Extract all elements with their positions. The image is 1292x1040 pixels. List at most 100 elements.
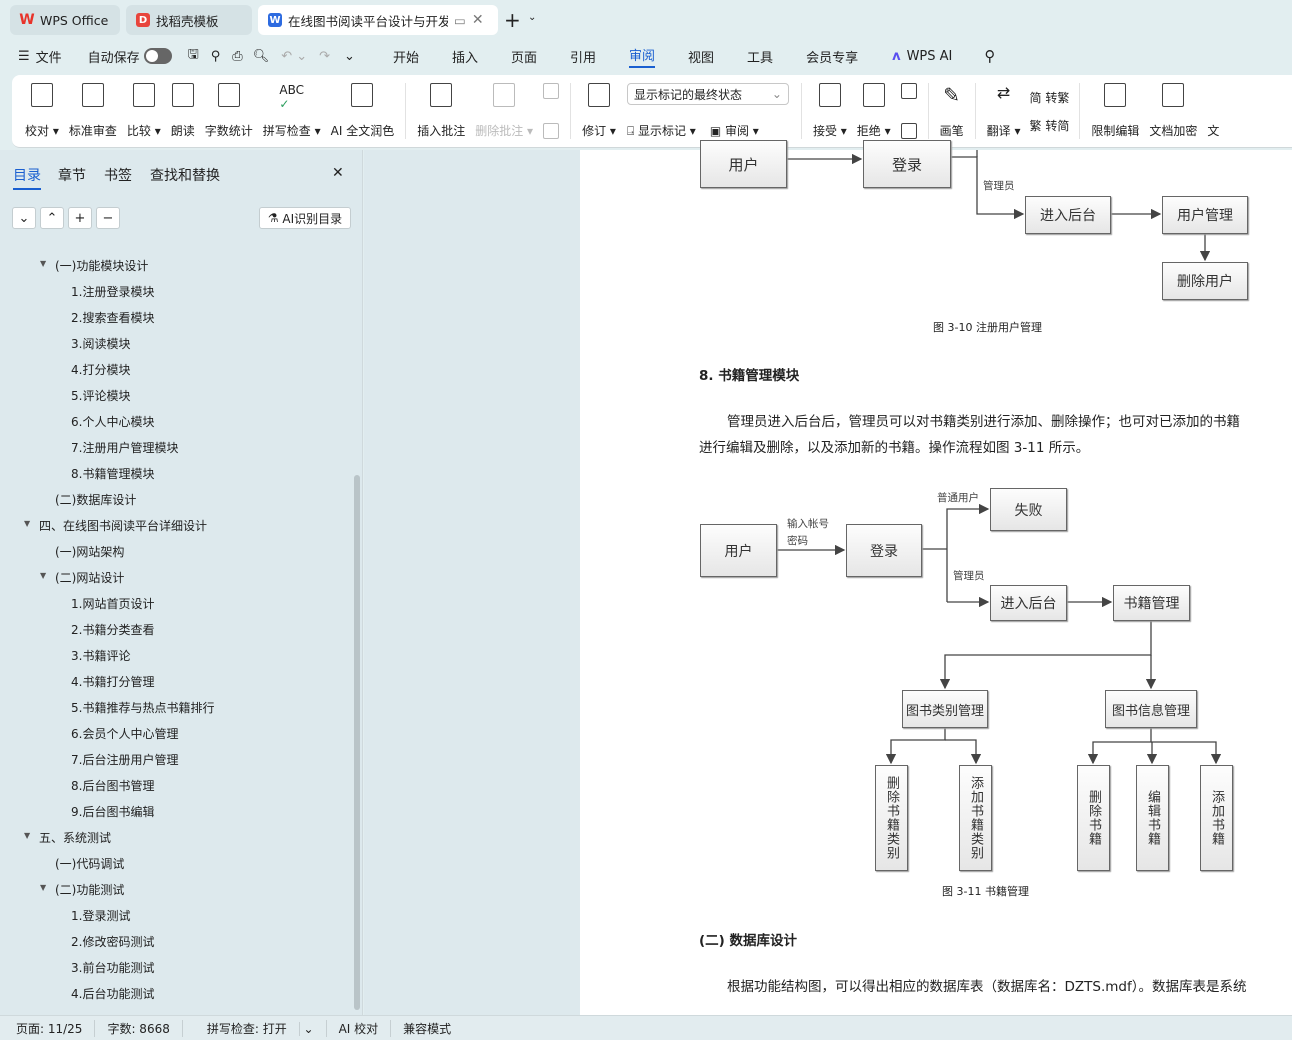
review-pane-button[interactable]: ▣ 审阅 ▾ [710, 122, 759, 139]
flow-label-input-account: 输入帐号 [787, 518, 829, 530]
proofread-button[interactable]: 校对 ▾ [20, 83, 64, 139]
redo-icon[interactable]: ↷ [319, 49, 330, 64]
menu-review[interactable]: 审阅 [629, 45, 656, 68]
menu-tools[interactable]: 工具 [747, 47, 773, 66]
paragraph-text: 进行编辑及删除，以及添加新的书籍。操作流程如图 3-11 所示。 [699, 440, 1090, 456]
previous-comment-icon[interactable] [543, 83, 560, 99]
flow-node-login: 登录 [846, 524, 922, 577]
menu-references[interactable]: 引用 [570, 47, 596, 66]
paragraph-text: 根据功能结构图，可以得出相应的数据库表（数据库名：DZTS.mdf）。数据库表是… [727, 979, 1247, 995]
save-icon[interactable]: 🖫 [188, 45, 199, 67]
flow-label-password: 密码 [787, 535, 808, 547]
flow-node-delete-category: 删除书籍类别 [875, 765, 908, 871]
section-heading: 8. 书籍管理模块 [699, 368, 800, 384]
next-change-icon[interactable] [900, 123, 917, 139]
flow-label-normal-user: 普通用户 [937, 492, 979, 504]
print-preview-icon[interactable]: 🔍︎ [253, 49, 270, 64]
next-comment-icon[interactable] [543, 123, 560, 139]
ribbon-toolbar: 校对 ▾ 标准审查 比较 ▾ 朗读 字数统计 ABC ✓ 拼写检查 ▾ AI 全文润… [12, 75, 1292, 148]
to-traditional-button[interactable]: 简 转繁 [1030, 89, 1070, 106]
spell-check-button[interactable]: ABC ✓ 拼写检查 ▾ [258, 83, 326, 139]
screen-icon[interactable]: ▭ [454, 13, 466, 28]
flow-node-delete-user: 删除用户 [1162, 262, 1248, 300]
standard-review-button[interactable]: 标准审查 [64, 83, 122, 139]
reject-button[interactable]: 拒绝 ▾ [852, 83, 896, 139]
menu-page[interactable]: 页面 [511, 47, 537, 66]
search-icon[interactable]: ⚲ [984, 47, 995, 65]
read-aloud-button[interactable]: 朗读 [166, 83, 200, 139]
key-document-icon [1162, 83, 1185, 107]
proofread-icon [30, 83, 53, 107]
figure-caption: 图 3-10 注册用户管理 [933, 321, 1042, 334]
word-doc-icon: W [268, 13, 282, 27]
file-menu[interactable]: 文件 [36, 47, 62, 66]
pen-icon: ✎ [943, 83, 961, 107]
tab-document[interactable]: W 在线图书阅读平台设计与开发 ▭ ✕ [258, 5, 498, 35]
ai-proofread-status[interactable]: AI 校对 [327, 1019, 392, 1037]
page-indicator[interactable]: 页面: 11/25 [0, 1019, 96, 1037]
flow-node-fail: 失败 [990, 488, 1067, 531]
flow-node-user-management: 用户管理 [1162, 196, 1248, 234]
menu-icon[interactable]: ☰ [18, 49, 30, 64]
docer-icon: D [136, 13, 150, 27]
flowchart-connectors [777, 150, 1222, 765]
more-chevron-icon[interactable]: ⌄ [344, 49, 355, 64]
translate-button[interactable]: ⇄ 翻译 ▾ [982, 83, 1026, 139]
section-heading: (二) 数据库设计 [699, 933, 798, 949]
spell-check-status[interactable]: 拼写检查: 打开 ⌄ [183, 1019, 327, 1037]
translate-icon: ⇄ [996, 83, 1011, 102]
previous-change-icon[interactable] [900, 83, 917, 99]
menu-insert[interactable]: 插入 [452, 47, 478, 66]
pen-button[interactable]: ✎ 画笔 [935, 83, 969, 139]
menu-view[interactable]: 视图 [688, 47, 714, 66]
spell-check-icon: ABC ✓ [279, 83, 304, 111]
new-tab-button[interactable]: + [504, 8, 521, 32]
flow-label-admin: 管理员 [953, 570, 985, 582]
tab-docer[interactable]: D 找稻壳模板 [126, 5, 252, 35]
more-ribbon-button[interactable]: 文 [1202, 83, 1224, 139]
close-icon[interactable]: ✕ [472, 12, 484, 28]
word-count[interactable]: 字数: 8668 [95, 1019, 183, 1037]
wps-ai-icon: ʌ [892, 48, 901, 64]
autosave-label: 自动保存 [87, 50, 140, 66]
print-icon[interactable]: ⎙ [232, 49, 242, 64]
delete-comment-icon [493, 83, 516, 107]
flow-node-category-management: 图书类别管理 [902, 690, 988, 728]
encrypt-document-button[interactable]: 文档加密 [1144, 83, 1202, 139]
word-count-icon [217, 83, 240, 107]
menu-home[interactable]: 开始 [393, 47, 419, 66]
paragraph-text: 管理员进入后台后，管理员可以对书籍类别进行添加、删除操作；也可对已添加的书籍 [727, 414, 1240, 430]
compare-icon [132, 83, 155, 107]
reject-icon [862, 83, 885, 107]
accept-button[interactable]: 接受 ▾ [808, 83, 852, 139]
flow-node-login: 登录 [863, 140, 951, 188]
undo-icon[interactable]: ↶ ⌄ [281, 49, 307, 64]
flow-node-backend: 进入后台 [990, 585, 1067, 621]
tab-list-chevron-icon[interactable]: ⌄ [528, 12, 536, 23]
flow-node-edit-book: 编辑书籍 [1136, 765, 1169, 871]
markup-display-select[interactable]: 显示标记的最终状态 ⌄ [626, 83, 789, 105]
menu-wps-ai[interactable]: WPS AI [907, 49, 953, 64]
tab-wps-office[interactable]: W WPS Office [10, 5, 120, 35]
insert-comment-button[interactable]: 插入批注 [412, 83, 470, 139]
flow-node-add-book: 添加书籍 [1200, 765, 1233, 871]
show-markup-button[interactable]: ⍈ 显示标记 ▾ [627, 122, 696, 139]
chevron-down-icon: ⌄ [771, 87, 782, 101]
autosave-toggle[interactable] [143, 48, 172, 64]
ai-polish-button[interactable]: AI 全文润色 [326, 83, 400, 139]
compat-mode: 兼容模式 [403, 1021, 452, 1036]
compare-button[interactable]: 比较 ▾ [122, 83, 166, 139]
word-count-button[interactable]: 字数统计 [200, 83, 258, 139]
accept-icon [818, 83, 841, 107]
to-simplified-button[interactable]: 繁 转简 [1030, 117, 1070, 134]
standard-review-icon [81, 83, 104, 107]
flow-node-delete-book: 删除书籍 [1077, 765, 1110, 871]
track-changes-button[interactable]: 修订 ▾ [577, 83, 621, 139]
restrict-editing-button[interactable]: 限制编辑 [1086, 83, 1144, 139]
delete-comment-button[interactable]: 删除批注 ▾ [470, 83, 538, 139]
flow-node-user: 用户 [700, 524, 777, 577]
flow-node-backend: 进入后台 [1025, 196, 1111, 234]
share-icon[interactable]: ⚲ [211, 49, 221, 64]
menu-member[interactable]: 会员专享 [806, 47, 858, 66]
magic-wand-icon [351, 83, 374, 107]
